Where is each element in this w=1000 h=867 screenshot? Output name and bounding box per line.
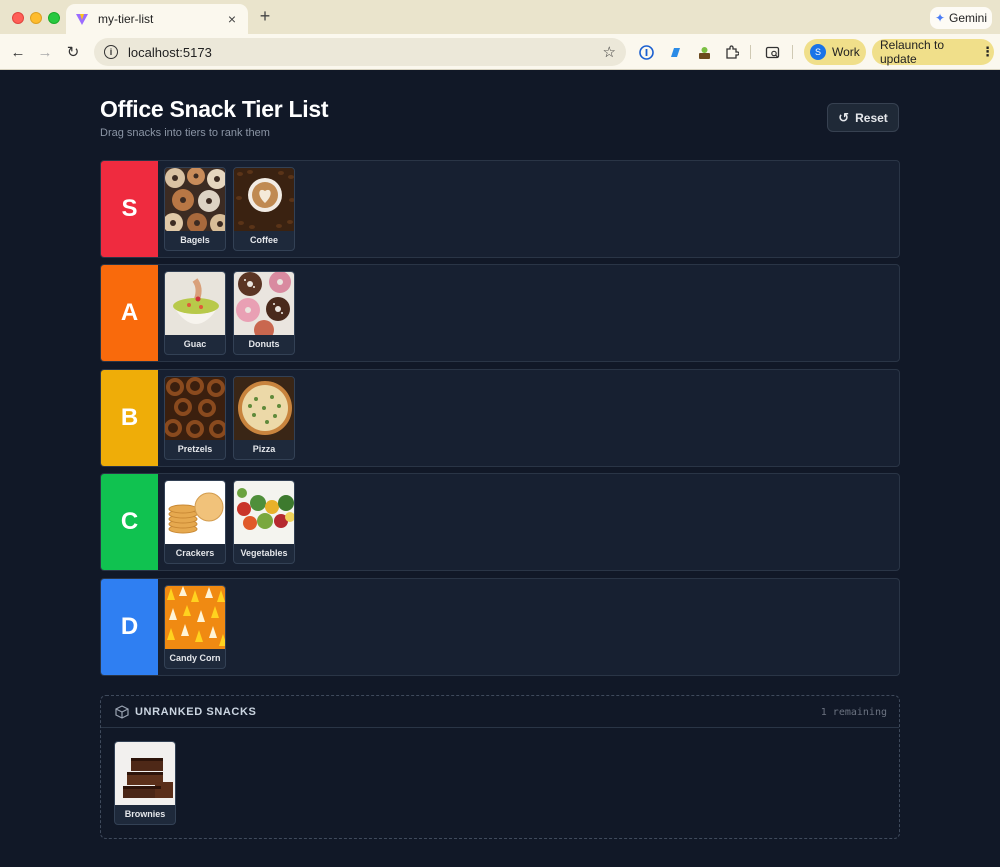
browser-window: my-tier-list × + ✦ Gemini ← → ↻ i localh… xyxy=(0,0,1000,867)
bagels-image xyxy=(165,168,225,231)
vite-icon xyxy=(74,11,90,27)
snack-name: Crackers xyxy=(175,548,215,558)
more-menu-icon[interactable]: ⋮ xyxy=(981,44,994,60)
profile-label: Work xyxy=(832,45,860,59)
tab-title: my-tier-list xyxy=(98,12,154,26)
site-info-icon[interactable]: i xyxy=(104,45,118,59)
new-tab-button[interactable]: + xyxy=(256,6,274,26)
tier-items-a[interactable]: Guac Donuts xyxy=(164,271,295,355)
tier-items-c[interactable]: Crackers Vegetables xyxy=(164,480,295,564)
gemini-label: Gemini xyxy=(949,11,988,25)
profile-button[interactable]: S Work xyxy=(804,39,866,65)
snack-card-vegetables[interactable]: Vegetables xyxy=(233,480,295,564)
crackers-image xyxy=(165,481,225,544)
close-tab-icon[interactable]: × xyxy=(224,11,240,27)
snack-name: Brownies xyxy=(124,809,166,819)
address-url[interactable]: localhost:5173 xyxy=(128,45,603,60)
unranked-pool[interactable]: UNRANKED SNACKS 1 remaining Brownies xyxy=(100,695,900,839)
donuts-image xyxy=(234,272,294,335)
snack-name: Bagels xyxy=(180,235,210,245)
snack-card-crackers[interactable]: Crackers xyxy=(164,480,226,564)
close-window-button[interactable] xyxy=(12,12,24,24)
reload-icon[interactable]: ↻ xyxy=(63,42,83,62)
snack-card-pizza[interactable]: Pizza xyxy=(233,376,295,460)
guacamole-image xyxy=(165,272,225,335)
tier-items-d[interactable]: Candy Corn xyxy=(164,585,226,669)
tier-row-s[interactable]: S Bagels Coffee xyxy=(100,160,900,258)
pretzels-image xyxy=(165,377,225,440)
tier-label-s: S xyxy=(101,161,158,257)
snack-name: Pretzels xyxy=(177,444,213,454)
snack-card-bagels[interactable]: Bagels xyxy=(164,167,226,251)
pizza-image xyxy=(234,377,294,440)
gemini-button[interactable]: ✦ Gemini xyxy=(930,7,992,29)
snack-name: Pizza xyxy=(252,444,276,454)
snack-name: Donuts xyxy=(248,339,280,349)
back-arrow-icon[interactable]: ← xyxy=(8,42,28,62)
minimize-window-button[interactable] xyxy=(30,12,42,24)
tier-label-d: D xyxy=(101,579,158,675)
tier-row-a[interactable]: A Guac Donuts xyxy=(100,264,900,362)
tier-label-b: B xyxy=(101,370,158,466)
snack-card-donuts[interactable]: Donuts xyxy=(233,271,295,355)
address-bar[interactable]: i localhost:5173 ☆ xyxy=(94,38,626,66)
snack-card-coffee[interactable]: Coffee xyxy=(233,167,295,251)
relaunch-label: Relaunch to update xyxy=(880,38,945,66)
reset-label: Reset xyxy=(855,110,888,125)
unranked-items[interactable]: Brownies xyxy=(114,741,176,825)
snack-card-guac[interactable]: Guac xyxy=(164,271,226,355)
unranked-title: UNRANKED SNACKS xyxy=(135,706,257,718)
snack-card-pretzels[interactable]: Pretzels xyxy=(164,376,226,460)
forward-arrow-icon[interactable]: → xyxy=(35,42,55,62)
reset-icon: ↺ xyxy=(838,109,850,125)
tab-search-icon[interactable] xyxy=(764,44,780,60)
tier-items-b[interactable]: Pretzels Pizza xyxy=(164,376,295,460)
snack-card-brownies[interactable]: Brownies xyxy=(114,741,176,825)
page-title: Office Snack Tier List xyxy=(100,96,329,122)
candy-corn-image xyxy=(165,586,225,649)
tier-row-d[interactable]: D Candy Corn xyxy=(100,578,900,676)
profile-avatar: S xyxy=(810,44,826,60)
bookmark-star-icon[interactable]: ☆ xyxy=(603,43,616,61)
tier-items-s[interactable]: Bagels Coffee xyxy=(164,167,295,251)
tier-row-b[interactable]: B Pretzels Pizza xyxy=(100,369,900,467)
package-icon xyxy=(115,705,129,719)
snack-name: Coffee xyxy=(249,235,278,245)
tab-strip: my-tier-list × + ✦ Gemini xyxy=(0,0,1000,34)
plant-extension-icon[interactable] xyxy=(696,44,712,60)
relaunch-update-button[interactable]: Relaunch to update ⋮ xyxy=(872,38,994,66)
maximize-window-button[interactable] xyxy=(48,12,60,24)
gemini-sparkle-icon: ✦ xyxy=(934,11,946,25)
vegetables-image xyxy=(234,481,294,544)
unranked-header: UNRANKED SNACKS 1 remaining xyxy=(101,696,899,728)
remaining-count: 1 remaining xyxy=(820,707,887,718)
toolbar-divider xyxy=(792,45,793,59)
coffee-image xyxy=(234,168,294,231)
brownies-image xyxy=(115,742,175,805)
tier-row-c[interactable]: C Crackers Vegetables xyxy=(100,473,900,571)
extensions-puzzle-icon[interactable] xyxy=(723,44,739,60)
translate-extension-icon[interactable] xyxy=(667,44,683,60)
browser-toolbar: ← → ↻ i localhost:5173 ☆ S Work Relaunch… xyxy=(0,34,1000,70)
reset-button[interactable]: ↺ Reset xyxy=(827,103,899,132)
tab-my-tier-list[interactable]: my-tier-list × xyxy=(66,4,248,34)
page-subtitle: Drag snacks into tiers to rank them xyxy=(100,127,270,139)
snack-card-candy-corn[interactable]: Candy Corn xyxy=(164,585,226,669)
password-manager-extension-icon[interactable] xyxy=(638,44,654,60)
snack-name: Vegetables xyxy=(240,548,288,558)
tier-label-a: A xyxy=(101,265,158,361)
tier-label-c: C xyxy=(101,474,158,570)
toolbar-divider xyxy=(750,45,751,59)
snack-name: Candy Corn xyxy=(169,653,221,663)
snack-name: Guac xyxy=(183,339,207,349)
